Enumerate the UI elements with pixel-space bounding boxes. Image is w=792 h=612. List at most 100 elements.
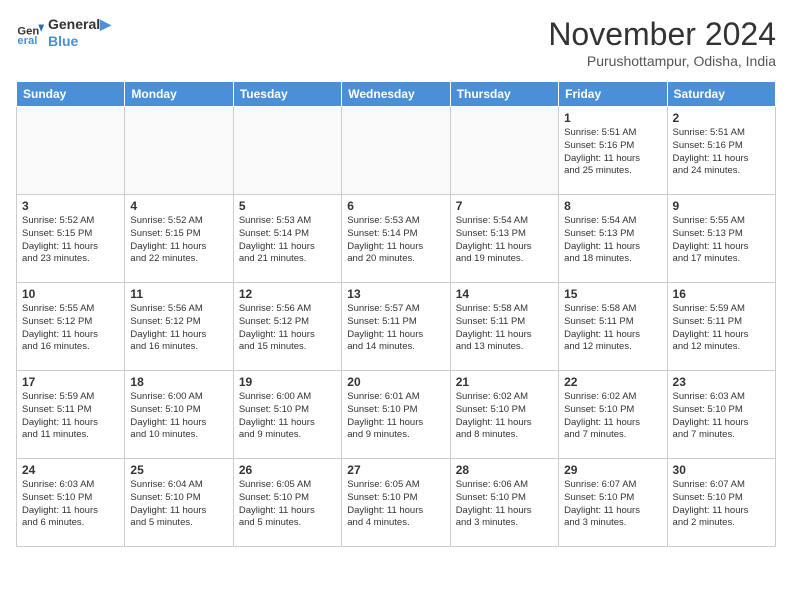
calendar-cell: 17 Sunrise: 5:59 AM Sunset: 5:11 PM Dayli… xyxy=(17,371,125,459)
calendar-cell xyxy=(450,107,558,195)
day-info: Sunrise: 5:52 AM Sunset: 5:15 PM Dayligh… xyxy=(130,215,227,266)
day-number: 25 xyxy=(130,463,227,477)
page-header: Gen eral General▶ Blue November 2024 Pur… xyxy=(16,16,776,69)
day-info: Sunrise: 5:54 AM Sunset: 5:13 PM Dayligh… xyxy=(456,215,553,266)
calendar-cell: 25 Sunrise: 6:04 AM Sunset: 5:10 PM Dayli… xyxy=(125,459,233,547)
day-info: Sunrise: 5:58 AM Sunset: 5:11 PM Dayligh… xyxy=(564,303,661,354)
day-info: Sunrise: 5:56 AM Sunset: 5:12 PM Dayligh… xyxy=(239,303,336,354)
logo-text: General▶ Blue xyxy=(48,16,111,50)
day-info: Sunrise: 5:53 AM Sunset: 5:14 PM Dayligh… xyxy=(239,215,336,266)
day-header-friday: Friday xyxy=(559,82,667,107)
day-info: Sunrise: 5:51 AM Sunset: 5:16 PM Dayligh… xyxy=(564,127,661,178)
day-info: Sunrise: 6:00 AM Sunset: 5:10 PM Dayligh… xyxy=(130,391,227,442)
day-number: 28 xyxy=(456,463,553,477)
day-header-wednesday: Wednesday xyxy=(342,82,450,107)
day-number: 12 xyxy=(239,287,336,301)
day-info: Sunrise: 6:05 AM Sunset: 5:10 PM Dayligh… xyxy=(239,479,336,530)
day-number: 2 xyxy=(673,111,770,125)
day-number: 8 xyxy=(564,199,661,213)
day-info: Sunrise: 5:55 AM Sunset: 5:12 PM Dayligh… xyxy=(22,303,119,354)
day-number: 30 xyxy=(673,463,770,477)
day-number: 14 xyxy=(456,287,553,301)
week-row-4: 17 Sunrise: 5:59 AM Sunset: 5:11 PM Dayli… xyxy=(17,371,776,459)
calendar-cell: 6Sunrise: 5:53 AM Sunset: 5:14 PM Daylig… xyxy=(342,195,450,283)
day-number: 10 xyxy=(22,287,119,301)
calendar-cell: 11 Sunrise: 5:56 AM Sunset: 5:12 PM Dayli… xyxy=(125,283,233,371)
calendar-cell: 13 Sunrise: 5:57 AM Sunset: 5:11 PM Dayli… xyxy=(342,283,450,371)
calendar-cell: 5Sunrise: 5:53 AM Sunset: 5:14 PM Daylig… xyxy=(233,195,341,283)
day-number: 6 xyxy=(347,199,444,213)
day-info: Sunrise: 5:57 AM Sunset: 5:11 PM Dayligh… xyxy=(347,303,444,354)
week-row-3: 10 Sunrise: 5:55 AM Sunset: 5:12 PM Dayli… xyxy=(17,283,776,371)
day-info: Sunrise: 5:54 AM Sunset: 5:13 PM Dayligh… xyxy=(564,215,661,266)
day-number: 19 xyxy=(239,375,336,389)
day-header-sunday: Sunday xyxy=(17,82,125,107)
calendar-cell: 1 Sunrise: 5:51 AM Sunset: 5:16 PM Daylig… xyxy=(559,107,667,195)
day-header-tuesday: Tuesday xyxy=(233,82,341,107)
day-info: Sunrise: 5:58 AM Sunset: 5:11 PM Dayligh… xyxy=(456,303,553,354)
day-info: Sunrise: 6:03 AM Sunset: 5:10 PM Dayligh… xyxy=(673,391,770,442)
calendar-cell: 24 Sunrise: 6:03 AM Sunset: 5:10 PM Dayli… xyxy=(17,459,125,547)
week-row-2: 3 Sunrise: 5:52 AM Sunset: 5:15 PM Daylig… xyxy=(17,195,776,283)
calendar-cell xyxy=(125,107,233,195)
calendar-cell: 21 Sunrise: 6:02 AM Sunset: 5:10 PM Dayli… xyxy=(450,371,558,459)
day-info: Sunrise: 5:51 AM Sunset: 5:16 PM Dayligh… xyxy=(673,127,770,178)
calendar-cell: 9Sunrise: 5:55 AM Sunset: 5:13 PM Daylig… xyxy=(667,195,775,283)
day-number: 22 xyxy=(564,375,661,389)
calendar-cell: 26Sunrise: 6:05 AM Sunset: 5:10 PM Dayli… xyxy=(233,459,341,547)
calendar-cell xyxy=(17,107,125,195)
day-number: 13 xyxy=(347,287,444,301)
day-number: 21 xyxy=(456,375,553,389)
day-number: 24 xyxy=(22,463,119,477)
day-info: Sunrise: 6:05 AM Sunset: 5:10 PM Dayligh… xyxy=(347,479,444,530)
day-number: 16 xyxy=(673,287,770,301)
calendar-cell: 20 Sunrise: 6:01 AM Sunset: 5:10 PM Dayli… xyxy=(342,371,450,459)
logo: Gen eral General▶ Blue xyxy=(16,16,111,50)
day-number: 20 xyxy=(347,375,444,389)
day-info: Sunrise: 6:02 AM Sunset: 5:10 PM Dayligh… xyxy=(564,391,661,442)
day-number: 3 xyxy=(22,199,119,213)
calendar-cell: 28 Sunrise: 6:06 AM Sunset: 5:10 PM Dayli… xyxy=(450,459,558,547)
day-header-thursday: Thursday xyxy=(450,82,558,107)
calendar-cell: 23 Sunrise: 6:03 AM Sunset: 5:10 PM Dayli… xyxy=(667,371,775,459)
day-info: Sunrise: 6:03 AM Sunset: 5:10 PM Dayligh… xyxy=(22,479,119,530)
day-number: 18 xyxy=(130,375,227,389)
day-info: Sunrise: 6:06 AM Sunset: 5:10 PM Dayligh… xyxy=(456,479,553,530)
day-number: 15 xyxy=(564,287,661,301)
calendar-cell: 4Sunrise: 5:52 AM Sunset: 5:15 PM Daylig… xyxy=(125,195,233,283)
day-number: 27 xyxy=(347,463,444,477)
calendar-cell xyxy=(342,107,450,195)
day-info: Sunrise: 5:59 AM Sunset: 5:11 PM Dayligh… xyxy=(22,391,119,442)
day-number: 17 xyxy=(22,375,119,389)
calendar-cell: 15 Sunrise: 5:58 AM Sunset: 5:11 PM Dayli… xyxy=(559,283,667,371)
day-info: Sunrise: 5:55 AM Sunset: 5:13 PM Dayligh… xyxy=(673,215,770,266)
calendar-cell: 10 Sunrise: 5:55 AM Sunset: 5:12 PM Dayli… xyxy=(17,283,125,371)
calendar-cell: 30Sunrise: 6:07 AM Sunset: 5:10 PM Dayli… xyxy=(667,459,775,547)
day-number: 7 xyxy=(456,199,553,213)
day-info: Sunrise: 6:01 AM Sunset: 5:10 PM Dayligh… xyxy=(347,391,444,442)
day-info: Sunrise: 5:52 AM Sunset: 5:15 PM Dayligh… xyxy=(22,215,119,266)
calendar-cell: 7 Sunrise: 5:54 AM Sunset: 5:13 PM Daylig… xyxy=(450,195,558,283)
calendar-table: SundayMondayTuesdayWednesdayThursdayFrid… xyxy=(16,81,776,547)
day-number: 1 xyxy=(564,111,661,125)
day-number: 23 xyxy=(673,375,770,389)
location: Purushottampur, Odisha, India xyxy=(548,53,776,69)
calendar-cell: 29 Sunrise: 6:07 AM Sunset: 5:10 PM Dayli… xyxy=(559,459,667,547)
day-info: Sunrise: 6:02 AM Sunset: 5:10 PM Dayligh… xyxy=(456,391,553,442)
day-info: Sunrise: 5:56 AM Sunset: 5:12 PM Dayligh… xyxy=(130,303,227,354)
calendar-cell: 3 Sunrise: 5:52 AM Sunset: 5:15 PM Daylig… xyxy=(17,195,125,283)
month-title: November 2024 xyxy=(548,16,776,53)
day-header-monday: Monday xyxy=(125,82,233,107)
svg-text:eral: eral xyxy=(17,35,37,47)
day-info: Sunrise: 6:07 AM Sunset: 5:10 PM Dayligh… xyxy=(564,479,661,530)
calendar-cell: 2 Sunrise: 5:51 AM Sunset: 5:16 PM Daylig… xyxy=(667,107,775,195)
day-info: Sunrise: 6:04 AM Sunset: 5:10 PM Dayligh… xyxy=(130,479,227,530)
calendar-cell: 18 Sunrise: 6:00 AM Sunset: 5:10 PM Dayli… xyxy=(125,371,233,459)
week-row-5: 24 Sunrise: 6:03 AM Sunset: 5:10 PM Dayli… xyxy=(17,459,776,547)
calendar-cell: 14 Sunrise: 5:58 AM Sunset: 5:11 PM Dayli… xyxy=(450,283,558,371)
logo-icon: Gen eral xyxy=(16,19,44,47)
day-number: 11 xyxy=(130,287,227,301)
calendar-cell: 12 Sunrise: 5:56 AM Sunset: 5:12 PM Dayli… xyxy=(233,283,341,371)
day-number: 29 xyxy=(564,463,661,477)
calendar-cell: 22 Sunrise: 6:02 AM Sunset: 5:10 PM Dayli… xyxy=(559,371,667,459)
